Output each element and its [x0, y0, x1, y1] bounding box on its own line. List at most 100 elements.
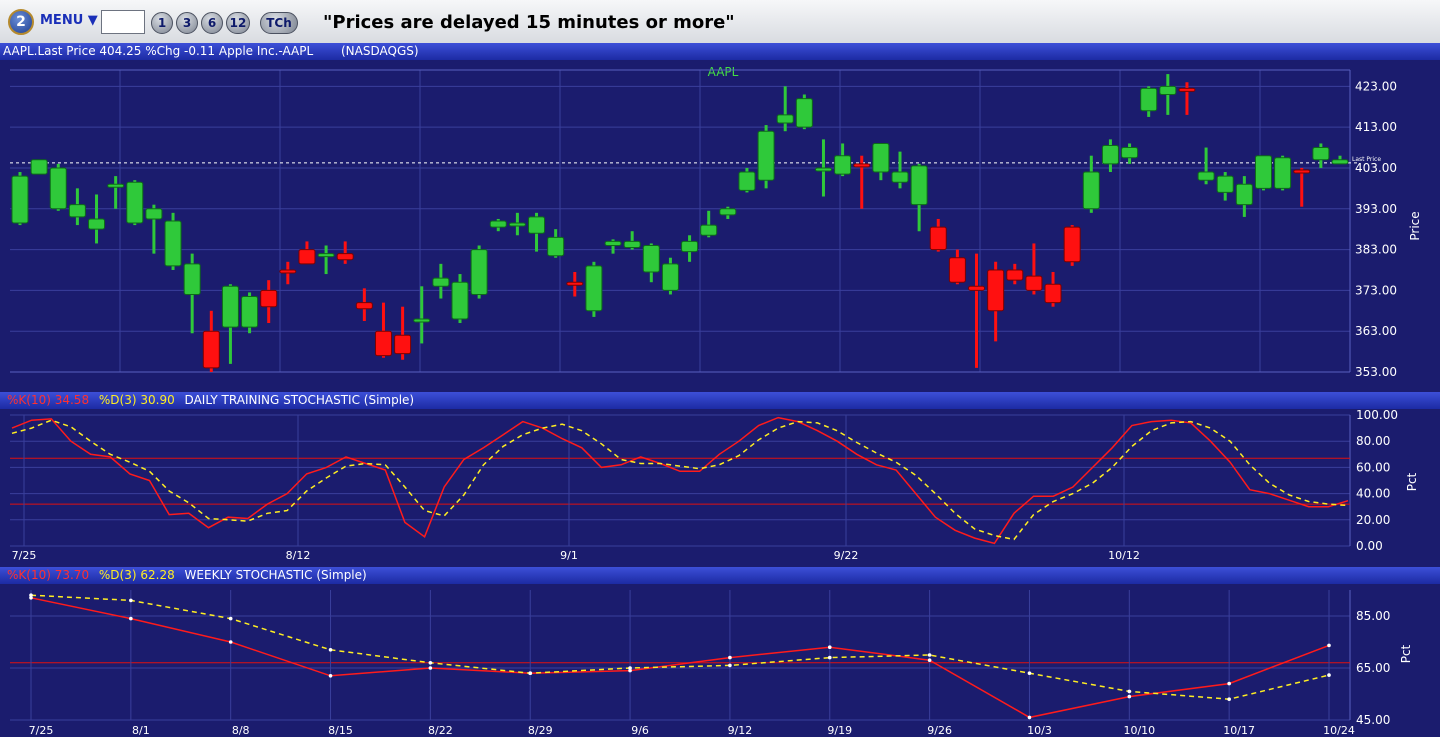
price-chart-title: AAPL [708, 65, 739, 79]
stoch-x-label: 8/1 [132, 724, 150, 737]
candle-body [1312, 147, 1330, 161]
daily-stochastic-chart[interactable]: Pct 100.00 80.00 60.00 40.00 20.00 0.00 7/25 8/… [0, 409, 1440, 566]
candle-body [1063, 226, 1081, 263]
daily-stochastic-title: DAILY TRAINING STOCHASTIC (Simple) [184, 393, 415, 407]
candle-body [145, 208, 163, 220]
stoch-point [129, 616, 133, 621]
tch-button[interactable]: TCh [260, 12, 298, 34]
stoch-point [528, 671, 533, 675]
stoch-x-label: 7/25 [12, 549, 37, 562]
candle-body [107, 183, 125, 188]
candle-body [910, 165, 928, 206]
candle-body [1178, 87, 1196, 92]
candle-body [508, 222, 526, 227]
candle-body [776, 114, 794, 124]
candle-body [202, 330, 220, 369]
candle-body [49, 167, 67, 210]
stoch-point [328, 648, 333, 652]
stoch-tick-label: 45.00 [1356, 713, 1390, 727]
weekly-axis-label: Pct [1399, 644, 1413, 663]
period-1-button[interactable]: 1 [151, 12, 173, 34]
candle-body [1216, 175, 1234, 193]
price-tick-label: 353.00 [1355, 365, 1397, 379]
stoch-x-label: 10/12 [1108, 549, 1140, 562]
candle-body [1254, 155, 1272, 189]
candle-body [11, 175, 29, 224]
stoch-point [1327, 673, 1331, 677]
stoch-point [628, 666, 632, 670]
candle-body [164, 220, 182, 267]
weekly-d-label: %D(3) 62.28 [98, 568, 175, 582]
last-price-tag: Last Price [1352, 156, 1381, 163]
period-6-button[interactable]: 6 [201, 12, 223, 34]
candle-body [1025, 275, 1043, 291]
candle-body [279, 269, 297, 274]
stoch-point [1027, 671, 1032, 675]
candle-body [929, 226, 947, 251]
stoch-tick-label: 40.00 [1356, 487, 1390, 501]
candle-body [719, 208, 737, 216]
stoch-point [1227, 681, 1231, 686]
candle-body [489, 220, 507, 228]
candle-body [221, 285, 239, 328]
stoch-x-label: 9/12 [728, 724, 753, 737]
candle-body [374, 330, 392, 357]
stoch-point [1227, 697, 1231, 701]
candle-body [241, 296, 259, 328]
app-logo-icon[interactable]: 2 [8, 9, 34, 35]
toolbar: 2 MENU ▼ 1 3 6 12 TCh "Prices are delaye… [0, 0, 1440, 45]
candle-body [642, 244, 660, 273]
price-axis-label: Price [1408, 211, 1422, 240]
period-12-button[interactable]: 12 [226, 12, 250, 34]
candle-body [1159, 85, 1177, 95]
price-tick-label: 363.00 [1355, 324, 1397, 338]
stoch-point [1027, 715, 1032, 720]
period-3-button[interactable]: 3 [176, 12, 198, 34]
stoch-tick-label: 85.00 [1356, 609, 1390, 623]
candle-body [1082, 171, 1100, 210]
weekly-stochastic-chart[interactable]: Pct 85.00 65.00 45.00 7/25 8/1 8/8 8/15 8/22 8/2… [0, 584, 1440, 737]
candle-body [183, 263, 201, 295]
stoch-point [428, 661, 433, 665]
stoch-tick-label: 20.00 [1356, 513, 1390, 527]
candle-body [700, 224, 718, 236]
stoch-point [827, 655, 832, 660]
stoch-point [728, 663, 732, 668]
price-chart[interactable]: AAPL Price 423.00 413.00 403.00 393.00 383.0… [0, 60, 1440, 392]
stoch-x-label: 10/3 [1027, 724, 1052, 737]
daily-k-label: %K(10) 34.58 [7, 393, 90, 407]
price-tick-label: 373.00 [1355, 283, 1397, 297]
candle-body [795, 98, 813, 128]
stoch-tick-label: 0.00 [1356, 539, 1383, 553]
stoch-point [228, 616, 233, 621]
price-tick-label: 383.00 [1355, 243, 1397, 257]
candle-body [681, 240, 699, 253]
candle-body [413, 318, 431, 323]
stoch-tick-label: 60.00 [1356, 460, 1390, 474]
stoch-point [129, 598, 133, 603]
stoch-x-label: 10/24 [1323, 724, 1355, 737]
stoch-tick-label: 80.00 [1356, 434, 1390, 448]
stoch-x-label: 9/26 [927, 724, 952, 737]
candle-body [623, 240, 641, 249]
stoch-point [1127, 694, 1132, 699]
candle-body [948, 257, 966, 283]
candle-body [566, 281, 584, 286]
quote-text: AAPL.Last Price 404.25 %Chg -0.11 Apple … [3, 44, 314, 58]
stoch-x-label: 9/6 [631, 724, 649, 737]
candle-body [891, 171, 909, 183]
stoch-point [428, 666, 433, 670]
weekly-k-label: %K(10) 73.70 [7, 568, 90, 582]
price-tick-label: 413.00 [1355, 120, 1397, 134]
stoch-x-label: 8/15 [328, 724, 353, 737]
symbol-input[interactable] [101, 10, 145, 34]
candle-body [126, 181, 144, 224]
candle-body [547, 236, 565, 257]
menu-button[interactable]: MENU ▼ [40, 13, 98, 28]
daily-d-label: %D(3) 30.90 [98, 393, 175, 407]
candle-body [30, 159, 48, 175]
stoch-tick-label: 100.00 [1356, 409, 1398, 422]
stoch-tick-label: 65.00 [1356, 661, 1390, 675]
stoch-point [328, 674, 333, 678]
candle-body [853, 163, 871, 168]
